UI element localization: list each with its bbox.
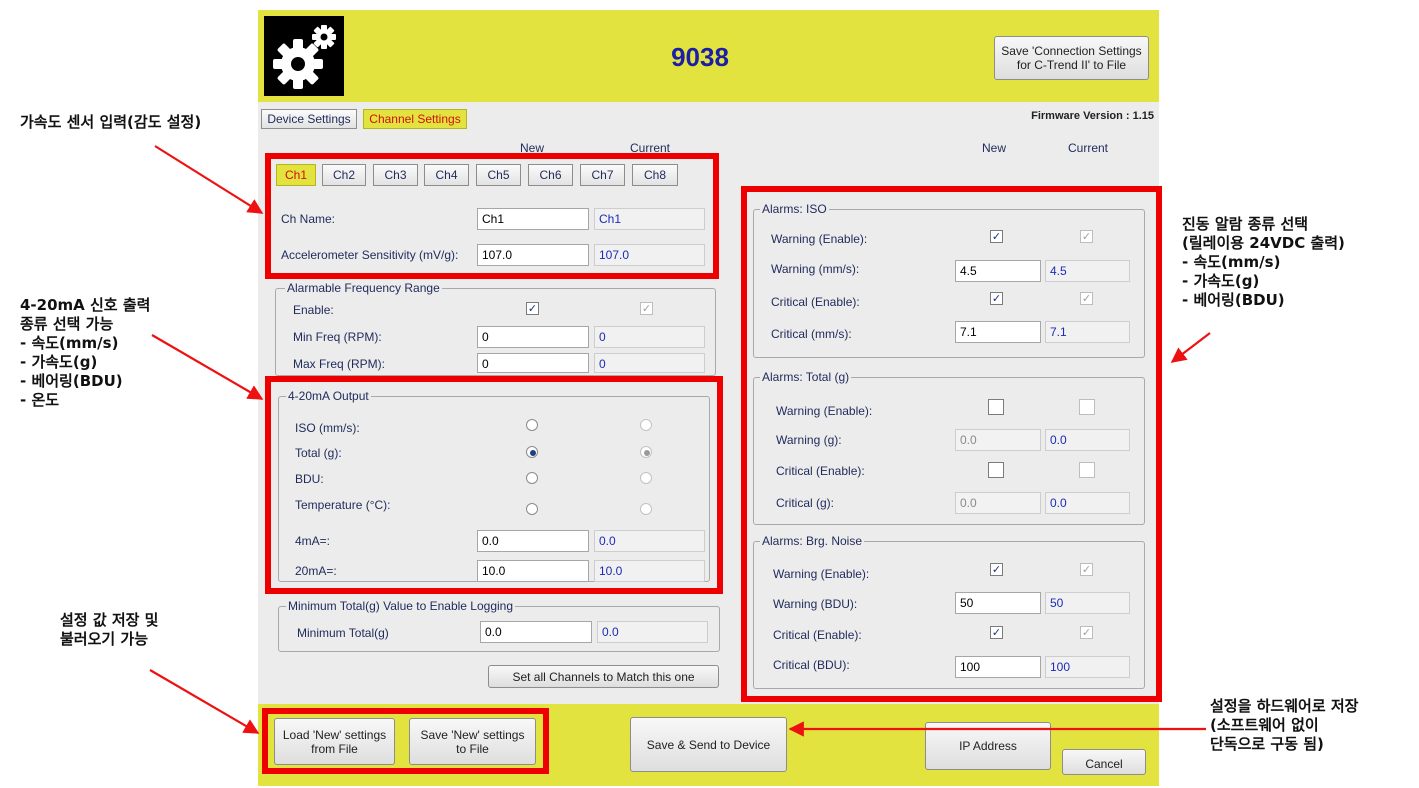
annotation-hardware-line: (소프트웨어 없이: [1210, 716, 1319, 734]
annotation-save-load-line: 불러오기 가능: [60, 630, 149, 648]
annotation-hardware: 설정을 하드웨어로 저장 (소프트웨어 없이 단독으로 구동 됨): [1210, 697, 1358, 754]
annotation-arrows: [149, 145, 1211, 737]
annotation-output-line: - 베어링(BDU): [20, 372, 123, 390]
annotation-output-line: 종류 선택 가능: [20, 315, 114, 333]
annotation-output-line: - 가속도(g): [20, 353, 98, 371]
annotation-alarm: 진동 알람 종류 선택 (릴레이용 24VDC 출력) - 속도(mm/s) -…: [1182, 215, 1345, 310]
annotation-output: 4-20mA 신호 출력 종류 선택 가능 - 속도(mm/s) - 가속도(g…: [20, 296, 150, 410]
annotation-hardware-line: 설정을 하드웨어로 저장: [1210, 697, 1359, 715]
annotation-output-line: - 속도(mm/s): [20, 334, 119, 352]
annotation-alarm-line: (릴레이용 24VDC 출력): [1182, 234, 1345, 252]
annotation-sensor: 가속도 센서 입력(감도 설정): [20, 113, 202, 131]
annotation-output-line: 4-20mA 신호 출력: [20, 296, 151, 314]
annotation-hardware-line: 단독으로 구동 됨): [1210, 735, 1324, 753]
annotation-alarm-line: 진동 알람 종류 선택: [1182, 215, 1309, 233]
annotation-alarm-line: - 베어링(BDU): [1182, 291, 1285, 309]
annotation-alarm-line: - 가속도(g): [1182, 272, 1260, 290]
annotation-alarm-line: - 속도(mm/s): [1182, 253, 1281, 271]
annotation-save-load: 설정 값 저장 및 불러오기 가능: [60, 611, 158, 649]
annotation-save-load-line: 설정 값 저장 및: [60, 611, 159, 629]
annotation-output-line: - 온도: [20, 391, 60, 409]
